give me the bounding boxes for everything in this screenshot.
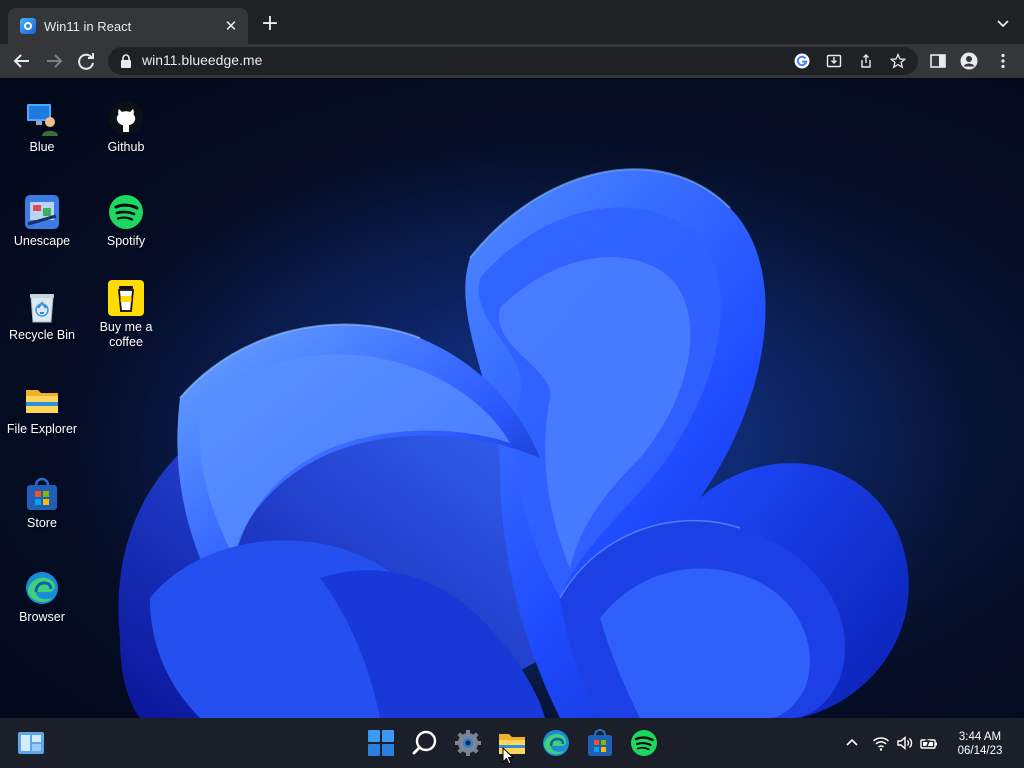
desktop-icon-label: File Explorer — [6, 422, 78, 436]
desktop-icon-label: Blue — [29, 140, 55, 154]
recycle-bin-icon — [30, 294, 54, 323]
browser-tab[interactable]: Win11 in React ✕ — [8, 8, 248, 44]
store-icon — [27, 477, 57, 510]
desktop-icon-browser[interactable]: Browser — [0, 566, 84, 652]
system-clock[interactable]: 3:44 AM 06/14/23 — [942, 730, 1018, 758]
desktop-icon-store[interactable]: Store — [0, 472, 84, 558]
side-panel-icon[interactable] — [929, 52, 947, 70]
desktop-icon-blue[interactable]: Blue — [0, 96, 84, 182]
desktop[interactable]: Blue Unescape Recycle Bin File Explorer — [0, 78, 1024, 718]
clock-time: 3:44 AM — [958, 731, 1002, 743]
desktop-icon-label: Store — [27, 516, 57, 530]
tab-title: Win11 in React — [44, 18, 132, 34]
desktop-icon-label: Unescape — [13, 234, 71, 248]
desktop-icon-recycle-bin[interactable]: Recycle Bin — [0, 284, 84, 370]
profile-avatar-icon[interactable] — [960, 52, 978, 70]
github-icon — [109, 101, 143, 135]
chevron-up-icon[interactable] — [843, 734, 861, 752]
unescape-icon — [25, 195, 59, 229]
new-tab-button[interactable]: + — [258, 12, 282, 36]
desktop-icon-unescape[interactable]: Unescape — [0, 190, 84, 276]
widgets-icon[interactable] — [16, 728, 46, 758]
browser-toolbar: win11.blueedge.me — [0, 44, 1024, 78]
lock-icon[interactable] — [120, 54, 132, 68]
battery-icon[interactable] — [920, 734, 938, 752]
spotify-icon[interactable] — [629, 728, 659, 758]
more-menu-icon[interactable] — [994, 52, 1012, 70]
forward-button[interactable] — [42, 49, 66, 73]
desktop-icon-file-explorer[interactable]: File Explorer — [0, 378, 84, 464]
desktop-icon-buy-me-a-coffee[interactable]: Buy me a coffee — [84, 276, 168, 362]
search-icon[interactable] — [410, 728, 440, 758]
spotify-icon — [109, 195, 143, 229]
site-favicon-icon — [20, 18, 36, 34]
volume-icon[interactable] — [896, 734, 914, 752]
desktop-icon-label: Buy me a coffee — [99, 320, 153, 349]
back-button[interactable] — [10, 49, 34, 73]
user-pc-icon — [27, 104, 58, 136]
start-icon[interactable] — [366, 728, 396, 758]
mouse-pointer-icon — [502, 747, 514, 765]
desktop-icon-label: Github — [107, 140, 145, 154]
browser-tab-bar: Win11 in React ✕ + — [0, 0, 1024, 44]
address-bar[interactable]: win11.blueedge.me — [108, 47, 918, 75]
desktop-icon-github[interactable]: Github — [84, 96, 168, 182]
coffee-cup-icon — [108, 280, 144, 316]
install-app-icon[interactable] — [826, 53, 842, 69]
google-lens-icon[interactable] — [794, 53, 810, 69]
desktop-icon-label: Browser — [19, 610, 65, 624]
url-text[interactable]: win11.blueedge.me — [142, 52, 262, 68]
desktop-icon-spotify[interactable]: Spotify — [84, 190, 168, 276]
clock-date: 06/14/23 — [957, 745, 1003, 757]
tab-close-button[interactable]: ✕ — [222, 17, 240, 35]
wifi-icon[interactable] — [872, 734, 890, 752]
reload-button[interactable] — [74, 49, 98, 73]
desktop-icon-label: Spotify — [106, 234, 146, 248]
settings-icon[interactable] — [453, 728, 483, 758]
store-icon[interactable] — [585, 728, 615, 758]
edge-icon — [26, 572, 58, 604]
bookmark-star-icon[interactable] — [890, 53, 906, 69]
edge-icon[interactable] — [541, 728, 571, 758]
desktop-icon-label: Recycle Bin — [9, 328, 75, 342]
share-icon[interactable] — [858, 53, 874, 69]
tab-search-chevron-icon[interactable] — [994, 14, 1012, 32]
folder-icon — [26, 390, 58, 413]
